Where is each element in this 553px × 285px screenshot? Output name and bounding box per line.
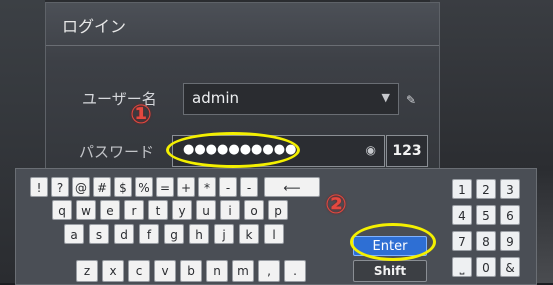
username-value: admin: [192, 89, 239, 107]
keyboard-key[interactable]: k: [239, 224, 259, 244]
numpad-key[interactable]: 3: [500, 179, 520, 199]
title-separator: [46, 45, 439, 46]
keyboard-key[interactable]: *: [198, 177, 216, 197]
keyboard-key[interactable]: s: [89, 224, 109, 244]
keyboard-key[interactable]: @: [72, 177, 90, 197]
keyboard-key[interactable]: t: [148, 200, 168, 220]
keyboard-key[interactable]: -: [240, 177, 258, 197]
password-highlight-ellipse: [166, 132, 300, 168]
keyboard-key[interactable]: b: [180, 260, 202, 282]
numpad-key[interactable]: 2: [476, 179, 496, 199]
keyboard-key[interactable]: n: [206, 260, 228, 282]
numpad-key[interactable]: 6: [500, 205, 520, 225]
keyboard-key[interactable]: c: [128, 260, 150, 282]
keyboard-key[interactable]: =: [156, 177, 174, 197]
keyboard-key[interactable]: ⟵: [264, 177, 320, 197]
user-edit-icon[interactable]: ✎: [406, 93, 420, 107]
keyboard-key[interactable]: e: [100, 200, 120, 220]
eye-icon[interactable]: ◉: [366, 143, 376, 157]
keyboard-key[interactable]: ?: [51, 177, 69, 197]
numpad-key[interactable]: 5: [476, 205, 496, 225]
keyboard-key[interactable]: u: [196, 200, 216, 220]
keyboard-key[interactable]: v: [154, 260, 176, 282]
shift-key[interactable]: Shift: [353, 260, 427, 282]
keyboard-key[interactable]: x: [102, 260, 124, 282]
password-label: パスワード: [79, 143, 155, 161]
keyboard-key[interactable]: p: [268, 200, 288, 220]
keyboard-key[interactable]: a: [64, 224, 84, 244]
keyboard-key[interactable]: i: [220, 200, 240, 220]
keyboard-key[interactable]: z: [76, 260, 98, 282]
step-marker-2: ②: [325, 190, 348, 220]
numpad-key[interactable]: 9: [500, 231, 520, 251]
keyboard-key[interactable]: ,: [258, 260, 280, 282]
numpad-key[interactable]: &: [500, 257, 520, 277]
chevron-down-icon: ▼: [381, 91, 390, 104]
numpad-key[interactable]: 1: [452, 179, 472, 199]
enter-highlight-ellipse: [350, 223, 436, 261]
keyboard-key[interactable]: $: [114, 177, 132, 197]
keyboard-key[interactable]: f: [139, 224, 159, 244]
keyboard-key[interactable]: q: [52, 200, 72, 220]
keyboard-key[interactable]: y: [172, 200, 192, 220]
keyboard-key[interactable]: !: [30, 177, 48, 197]
numpad-key[interactable]: 4: [452, 205, 472, 225]
keyboard-key[interactable]: #: [93, 177, 111, 197]
keyboard-key[interactable]: m: [232, 260, 254, 282]
numeric-keyboard-toggle[interactable]: 123: [386, 135, 428, 167]
keyboard-key[interactable]: o: [244, 200, 264, 220]
numpad-key[interactable]: 7: [452, 231, 472, 251]
step-marker-1: ①: [130, 100, 153, 130]
onscreen-keyboard: Enter Shift !? @ # $% = + * - - ⟵ q w e r t y u i o p a s d f g h…: [15, 168, 537, 285]
keyboard-key[interactable]: .: [284, 260, 306, 282]
keyboard-key[interactable]: w: [76, 200, 96, 220]
keyboard-key[interactable]: l: [264, 224, 284, 244]
keyboard-key[interactable]: -: [219, 177, 237, 197]
numpad-key[interactable]: 0: [476, 257, 496, 277]
numpad-key[interactable]: ⎵: [452, 257, 472, 277]
keyboard-key[interactable]: %: [135, 177, 153, 197]
keyboard-key[interactable]: g: [164, 224, 184, 244]
dialog-title: ログイン: [62, 17, 127, 36]
keyboard-key[interactable]: j: [214, 224, 234, 244]
keyboard-key[interactable]: +: [177, 177, 195, 197]
numpad-key[interactable]: 8: [476, 231, 496, 251]
username-select[interactable]: admin ▼: [183, 83, 399, 115]
keyboard-key[interactable]: r: [124, 200, 144, 220]
keyboard-key[interactable]: h: [189, 224, 209, 244]
keyboard-key[interactable]: d: [114, 224, 134, 244]
